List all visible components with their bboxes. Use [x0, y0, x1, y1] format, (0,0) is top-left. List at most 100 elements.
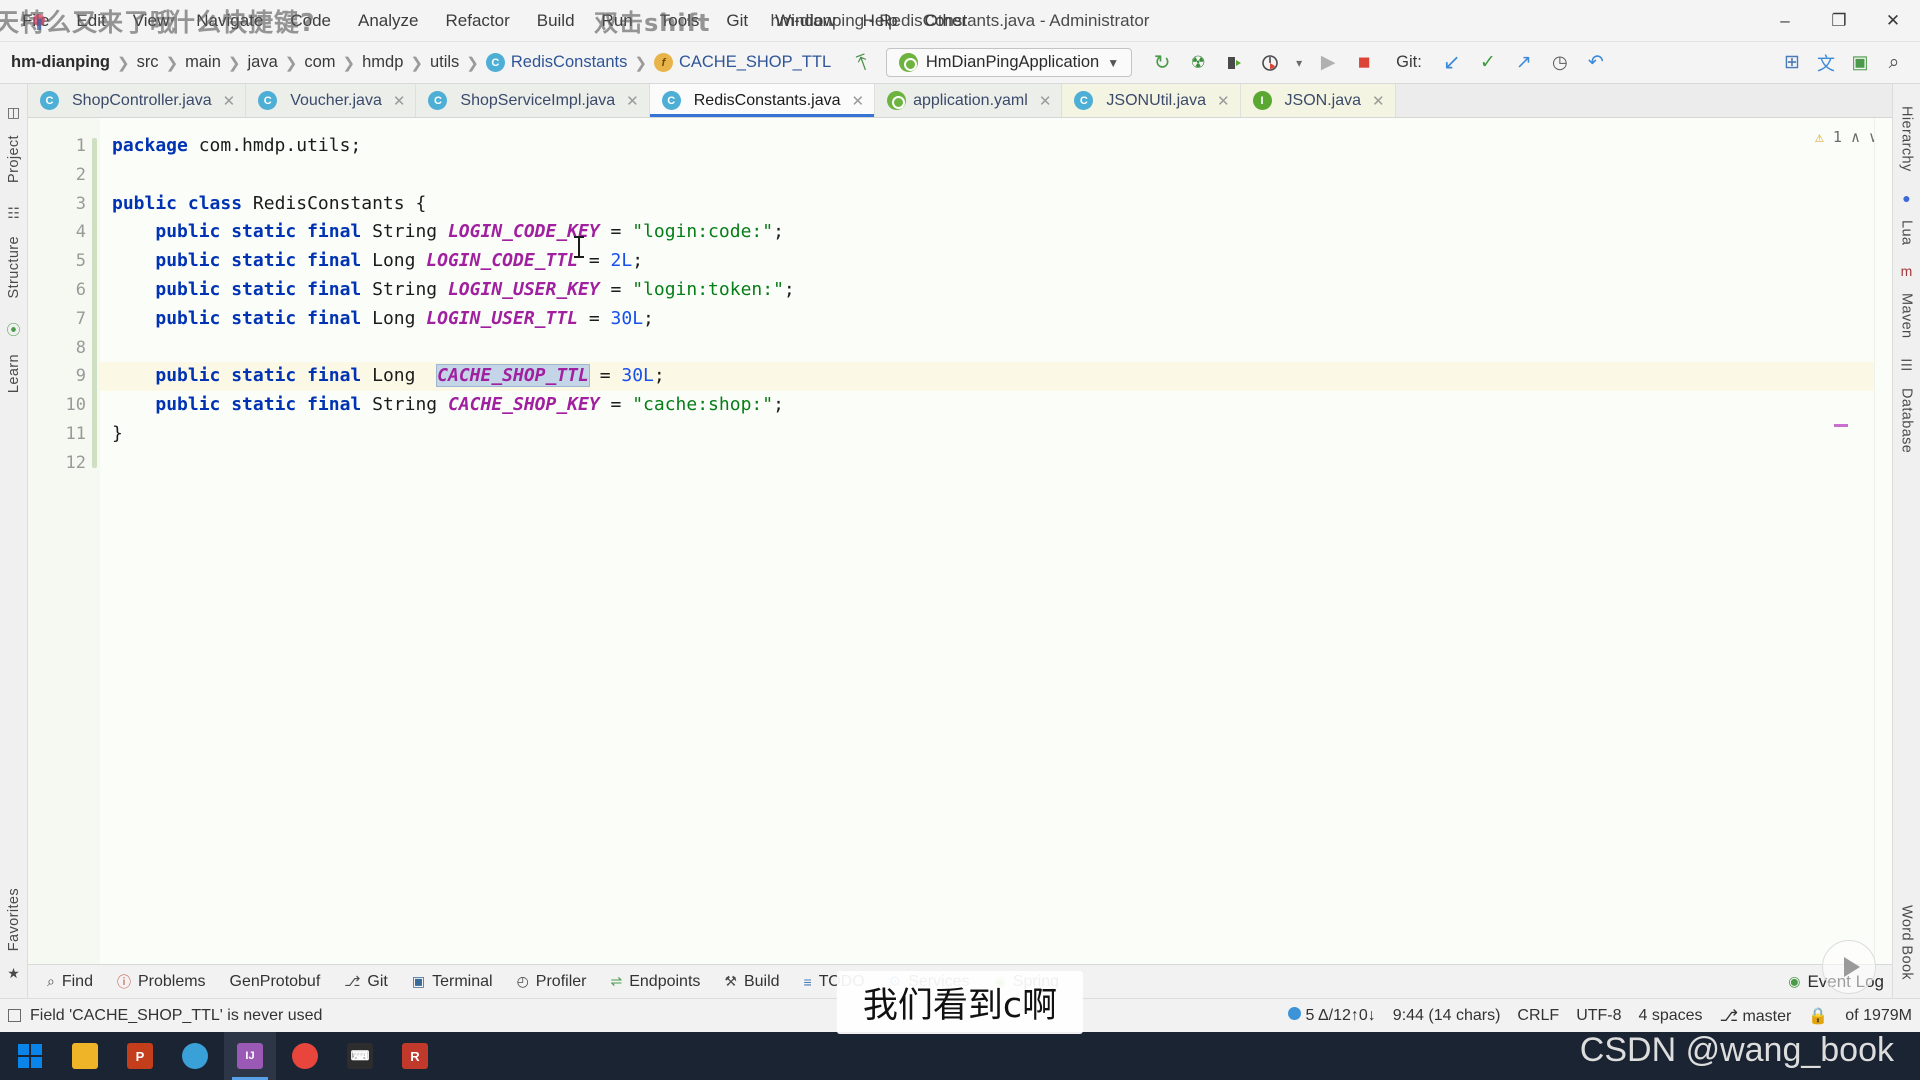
translate-icon[interactable]: 文 [1810, 47, 1842, 79]
close-icon[interactable]: ✕ [626, 92, 639, 110]
git-history-icon[interactable]: ◷ [1544, 47, 1576, 79]
maximize-button[interactable]: ❐ [1812, 0, 1866, 42]
tool-button-problems[interactable]: ⓘ Problems [106, 968, 217, 996]
sidebar-item-favorites[interactable]: Favorites [6, 880, 22, 959]
menu-help[interactable]: Help [863, 11, 898, 31]
chevron-up-icon[interactable]: ∧ [1851, 128, 1860, 146]
code-token: LOGIN_CODE_KEY [447, 221, 600, 243]
memory-indicator[interactable]: of 1979M [1845, 1007, 1912, 1025]
run-icon[interactable]: ▶ [1312, 47, 1344, 79]
sidebar-item-lua[interactable]: Lua [1899, 212, 1915, 253]
menu-window[interactable]: Window [775, 11, 835, 31]
tab-json[interactable]: I JSON.java ✕ [1240, 84, 1396, 117]
close-icon[interactable]: ✕ [852, 92, 865, 110]
services-icon[interactable]: ⊞ [1776, 47, 1808, 79]
tab-shopcontroller[interactable]: C ShopController.java ✕ [28, 84, 247, 117]
tool-button-genprotobuf[interactable]: GenProtobuf [219, 969, 332, 995]
lock-icon[interactable]: 🔒 [1808, 1006, 1828, 1026]
sidebar-item-learn[interactable]: Learn [6, 346, 22, 401]
breadcrumb-item-com[interactable]: com [299, 53, 340, 72]
taskbar-terminal[interactable]: ⌨ [334, 1032, 386, 1080]
sidebar-item-structure[interactable]: Structure [6, 228, 22, 306]
taskbar-file-explorer[interactable] [59, 1032, 111, 1080]
profiler-icon[interactable] [1254, 47, 1286, 79]
rerun-icon[interactable]: ↻ [1146, 47, 1178, 79]
run-configuration-selector[interactable]: HmDianPingApplication ▼ [885, 48, 1133, 77]
git-commit-icon[interactable]: ✓ [1472, 47, 1504, 79]
run-with-coverage-icon[interactable] [1218, 47, 1250, 79]
stop-icon[interactable]: ■ [1348, 47, 1380, 79]
menu-navigate[interactable]: Navigate [196, 11, 263, 31]
tab-voucher[interactable]: C Voucher.java ✕ [246, 84, 417, 117]
sidebar-item-maven[interactable]: Maven [1899, 285, 1915, 347]
close-icon[interactable]: ✕ [393, 92, 406, 110]
line-separator[interactable]: CRLF [1517, 1007, 1559, 1025]
code-token: = [578, 307, 611, 329]
close-icon[interactable]: ✕ [1217, 92, 1230, 110]
start-button[interactable] [4, 1032, 56, 1080]
video-play-overlay[interactable] [1822, 940, 1876, 994]
sidebar-item-hierarchy[interactable]: Hierarchy [1899, 98, 1915, 180]
tool-button-endpoints[interactable]: ⇌ Endpoints [599, 969, 711, 995]
tab-jsonutil[interactable]: C JSONUtil.java ✕ [1062, 84, 1241, 117]
tool-button-find[interactable]: ⌕ Find [36, 969, 104, 995]
close-button[interactable]: ✕ [1866, 0, 1920, 42]
close-icon[interactable]: ✕ [1372, 92, 1385, 110]
sidebar-item-database[interactable]: Database [1899, 380, 1915, 461]
editor-right-gutter[interactable] [1874, 118, 1892, 964]
menu-build[interactable]: Build [537, 11, 575, 31]
taskbar-redis[interactable]: R [389, 1032, 441, 1080]
taskbar-chrome[interactable] [279, 1032, 331, 1080]
breadcrumb-item-hmdp[interactable]: hmdp [357, 53, 408, 72]
tool-button-build[interactable]: ⚒ Build [713, 969, 790, 995]
file-encoding[interactable]: UTF-8 [1576, 1007, 1621, 1025]
git-update-icon[interactable]: ↙ [1436, 47, 1468, 79]
sidebar-item-project[interactable]: Project [6, 127, 22, 191]
sidebar-item-word-book[interactable]: Word Book [1899, 897, 1915, 988]
menu-tools[interactable]: Tools [660, 11, 700, 31]
menu-refactor[interactable]: Refactor [445, 11, 509, 31]
menu-run[interactable]: Run [602, 11, 633, 31]
close-icon[interactable]: ✕ [1039, 92, 1052, 110]
tool-button-profiler[interactable]: ◴ Profiler [506, 969, 598, 995]
menu-git[interactable]: Git [726, 11, 748, 31]
taskbar-powerpoint[interactable]: P [114, 1032, 166, 1080]
navigate-up-icon[interactable]: ⤒ [854, 49, 872, 77]
tab-shopserviceimpl[interactable]: C ShopServiceImpl.java ✕ [416, 84, 650, 117]
breadcrumb-item-field[interactable]: f CACHE_SHOP_TTL [649, 53, 836, 72]
tab-application-yaml[interactable]: application.yaml ✕ [875, 84, 1063, 117]
tool-button-terminal[interactable]: ▣ Terminal [401, 969, 504, 995]
inspection-widget[interactable]: ⚠ 1 ∧ ∨ [1815, 128, 1878, 146]
vcs-changes-indicator[interactable]: 5 Δ/12↑0↓ [1288, 1006, 1376, 1025]
menu-edit[interactable]: Edit [76, 11, 105, 31]
tab-redisconstants[interactable]: C RedisConstants.java ✕ [649, 84, 876, 117]
chevron-right-icon: ❯ [284, 54, 298, 72]
terminal-icon[interactable]: ▣ [1844, 47, 1876, 79]
menu-other[interactable]: Other [925, 11, 968, 31]
code-editor[interactable]: 1 2 3 4 5 6 7 8 9 10 11 12 ⚠ 1 ∧ package… [28, 118, 1892, 964]
breadcrumb-item-java[interactable]: java [242, 53, 282, 72]
menu-view[interactable]: View [133, 11, 170, 31]
menu-code[interactable]: Code [290, 11, 331, 31]
git-rollback-icon[interactable]: ↶ [1580, 47, 1612, 79]
breadcrumb-item-class[interactable]: C RedisConstants [481, 53, 632, 72]
tool-button-git[interactable]: ⎇ Git [333, 969, 399, 995]
breadcrumb-item-main[interactable]: main [180, 53, 226, 72]
search-everywhere-icon[interactable]: ⌕ [1878, 47, 1910, 79]
debug-icon[interactable]: ☢ [1182, 47, 1214, 79]
minimize-button[interactable]: – [1758, 0, 1812, 42]
close-icon[interactable]: ✕ [223, 92, 236, 110]
breadcrumb-item-module[interactable]: hm-dianping [6, 53, 115, 72]
git-push-icon[interactable]: ↗ [1508, 47, 1540, 79]
taskbar-browser[interactable] [169, 1032, 221, 1080]
caret-position[interactable]: 9:44 (14 chars) [1393, 1007, 1501, 1025]
profiler-dropdown-icon[interactable]: ▾ [1290, 47, 1308, 79]
breadcrumb-item-utils[interactable]: utils [425, 53, 464, 72]
taskbar-intellij-idea[interactable]: IJ [224, 1032, 276, 1080]
breadcrumb-item-src[interactable]: src [132, 53, 164, 72]
menu-analyze[interactable]: Analyze [358, 11, 418, 31]
indent-setting[interactable]: 4 spaces [1639, 1007, 1703, 1025]
code-content[interactable]: ⚠ 1 ∧ ∨ package com.hmdp.utils; public c… [100, 118, 1892, 964]
git-branch-widget[interactable]: ⎇ master [1720, 1006, 1792, 1026]
